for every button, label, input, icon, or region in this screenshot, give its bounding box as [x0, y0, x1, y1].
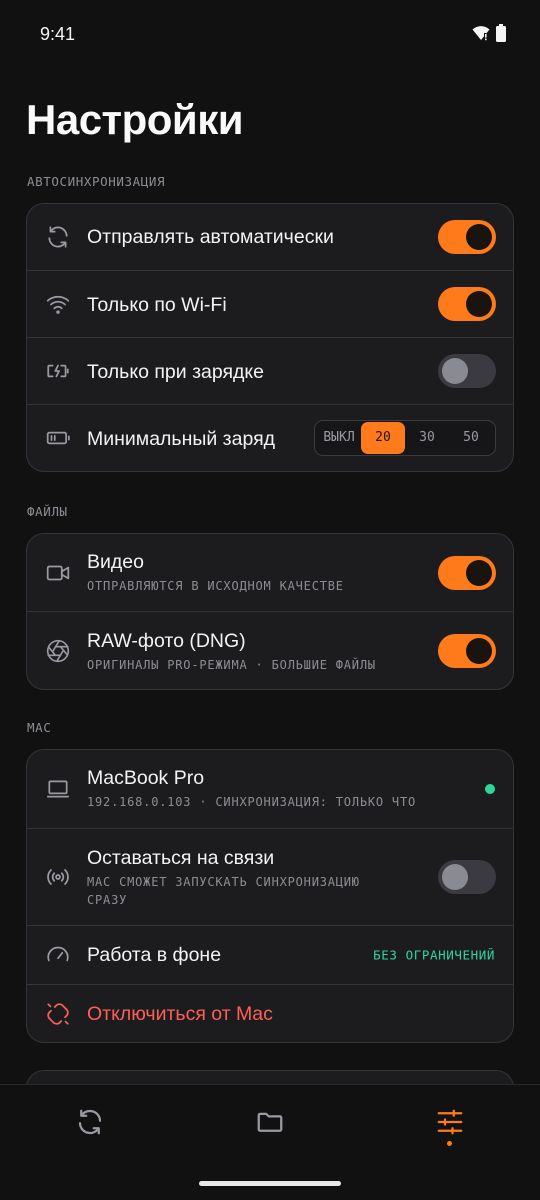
- min-charge-row: Минимальный заряд ВЫКЛ 20 30 50: [27, 404, 513, 471]
- unlink-icon: [47, 1002, 69, 1025]
- wifi-only-toggle[interactable]: [438, 287, 496, 321]
- toggle-knob: [466, 559, 492, 586]
- toggle-knob: [466, 637, 492, 664]
- wifi-only-label: Только по Wi-Fi: [87, 294, 227, 316]
- wifi-only-row[interactable]: Только по Wi-Fi: [27, 270, 513, 337]
- active-tab-indicator: [447, 1141, 452, 1146]
- auto-send-row[interactable]: Отправлять автоматически: [27, 204, 513, 270]
- laptop-icon: [47, 780, 69, 798]
- min-charge-selector: ВЫКЛ 20 30 50: [314, 420, 496, 456]
- tab-sync-icon[interactable]: [75, 1107, 105, 1137]
- charging-only-label: Только при зарядке: [87, 361, 265, 383]
- charging-only-toggle[interactable]: [438, 354, 496, 388]
- wifi-icon: [46, 295, 70, 314]
- battery-icon: [496, 24, 506, 42]
- background-work-value: БЕЗ ОГРАНИЧЕНИЙ: [373, 947, 495, 963]
- tab-sliders-icon[interactable]: [435, 1107, 465, 1137]
- tab-folder-icon[interactable]: [255, 1107, 285, 1137]
- battery-charging-icon: [47, 364, 69, 378]
- auto-send-label: Отправлять автоматически: [87, 226, 334, 248]
- toggle-knob: [466, 224, 492, 250]
- min-charge-option-20[interactable]: 20: [361, 422, 405, 454]
- stay-connected-subtitle-line1: MAC СМОЖЕТ ЗАПУСКАТЬ СИНХРОНИЗАЦИЮ: [87, 875, 360, 889]
- sync-icon: [48, 226, 68, 248]
- section-label-mac: MAC: [27, 720, 52, 735]
- aperture-icon: [46, 639, 70, 662]
- video-label: Видео: [87, 551, 144, 573]
- mac-device-row[interactable]: MacBook Pro 192.168.0.103 · СИНХРОНИЗАЦИ…: [27, 750, 513, 828]
- files-card: Видео ОТПРАВЛЯЮТСЯ В ИСХОДНОМ КАЧЕСТВЕ R…: [26, 533, 514, 690]
- toggle-knob: [442, 358, 468, 384]
- status-bar: 9:41: [0, 0, 540, 70]
- charging-only-row[interactable]: Только при зарядке: [27, 337, 513, 404]
- status-icons: [472, 24, 506, 42]
- page-title: Настройки: [26, 96, 244, 143]
- background-work-label: Работа в фоне: [87, 944, 222, 966]
- connected-status-dot: [485, 784, 495, 794]
- toggle-knob: [442, 864, 468, 890]
- raw-photo-subtitle: ОРИГИНАЛЫ PRO-РЕЖИМА · БОЛЬШИЕ ФАЙЛЫ: [87, 658, 376, 672]
- broadcast-icon: [47, 869, 69, 885]
- status-time: 9:41: [40, 24, 76, 44]
- mac-device-name: MacBook Pro: [87, 767, 205, 789]
- background-work-row[interactable]: Работа в фоне БЕЗ ОГРАНИЧЕНИЙ: [27, 925, 513, 984]
- raw-photo-row[interactable]: RAW-фото (DNG) ОРИГИНАЛЫ PRO-РЕЖИМА · БО…: [27, 611, 513, 689]
- min-charge-option-50[interactable]: 50: [449, 422, 493, 454]
- section-label-files: ФАЙЛЫ: [27, 504, 68, 519]
- raw-photo-label: RAW-фото (DNG): [87, 630, 246, 652]
- mac-card: MacBook Pro 192.168.0.103 · СИНХРОНИЗАЦИ…: [26, 749, 514, 1043]
- video-subtitle: ОТПРАВЛЯЮТСЯ В ИСХОДНОМ КАЧЕСТВЕ: [87, 579, 344, 593]
- gauge-icon: [47, 946, 69, 962]
- stay-connected-subtitle-line2: СРАЗУ: [87, 893, 128, 907]
- auto-send-toggle[interactable]: [438, 220, 496, 254]
- stay-connected-label: Оставаться на связи: [87, 847, 275, 869]
- raw-photo-toggle[interactable]: [438, 633, 496, 668]
- min-charge-option-30[interactable]: 30: [405, 422, 449, 454]
- stay-connected-row[interactable]: Оставаться на связи MAC СМОЖЕТ ЗАПУСКАТЬ…: [27, 828, 513, 925]
- toggle-knob: [466, 291, 492, 317]
- mac-device-status: 192.168.0.103 · СИНХРОНИЗАЦИЯ: ТОЛЬКО ЧТ…: [87, 795, 417, 809]
- disconnect-row[interactable]: Отключиться от Mac: [27, 984, 513, 1042]
- section-label-autosync: АВТОСИНХРОНИЗАЦИЯ: [27, 174, 166, 189]
- battery-low-icon: [46, 431, 70, 445]
- min-charge-option-off[interactable]: ВЫКЛ: [317, 422, 361, 454]
- video-row[interactable]: Видео ОТПРАВЛЯЮТСЯ В ИСХОДНОМ КАЧЕСТВЕ: [27, 534, 513, 611]
- autosync-card: Отправлять автоматически Только по Wi-Fi…: [26, 203, 514, 472]
- video-toggle[interactable]: [438, 555, 496, 590]
- disconnect-button[interactable]: Отключиться от Mac: [87, 1003, 273, 1026]
- stay-connected-toggle[interactable]: [438, 860, 496, 894]
- home-indicator: [199, 1181, 341, 1186]
- min-charge-label: Минимальный заряд: [87, 428, 276, 450]
- wifi-signal-icon: [472, 26, 490, 41]
- video-camera-icon: [46, 565, 70, 580]
